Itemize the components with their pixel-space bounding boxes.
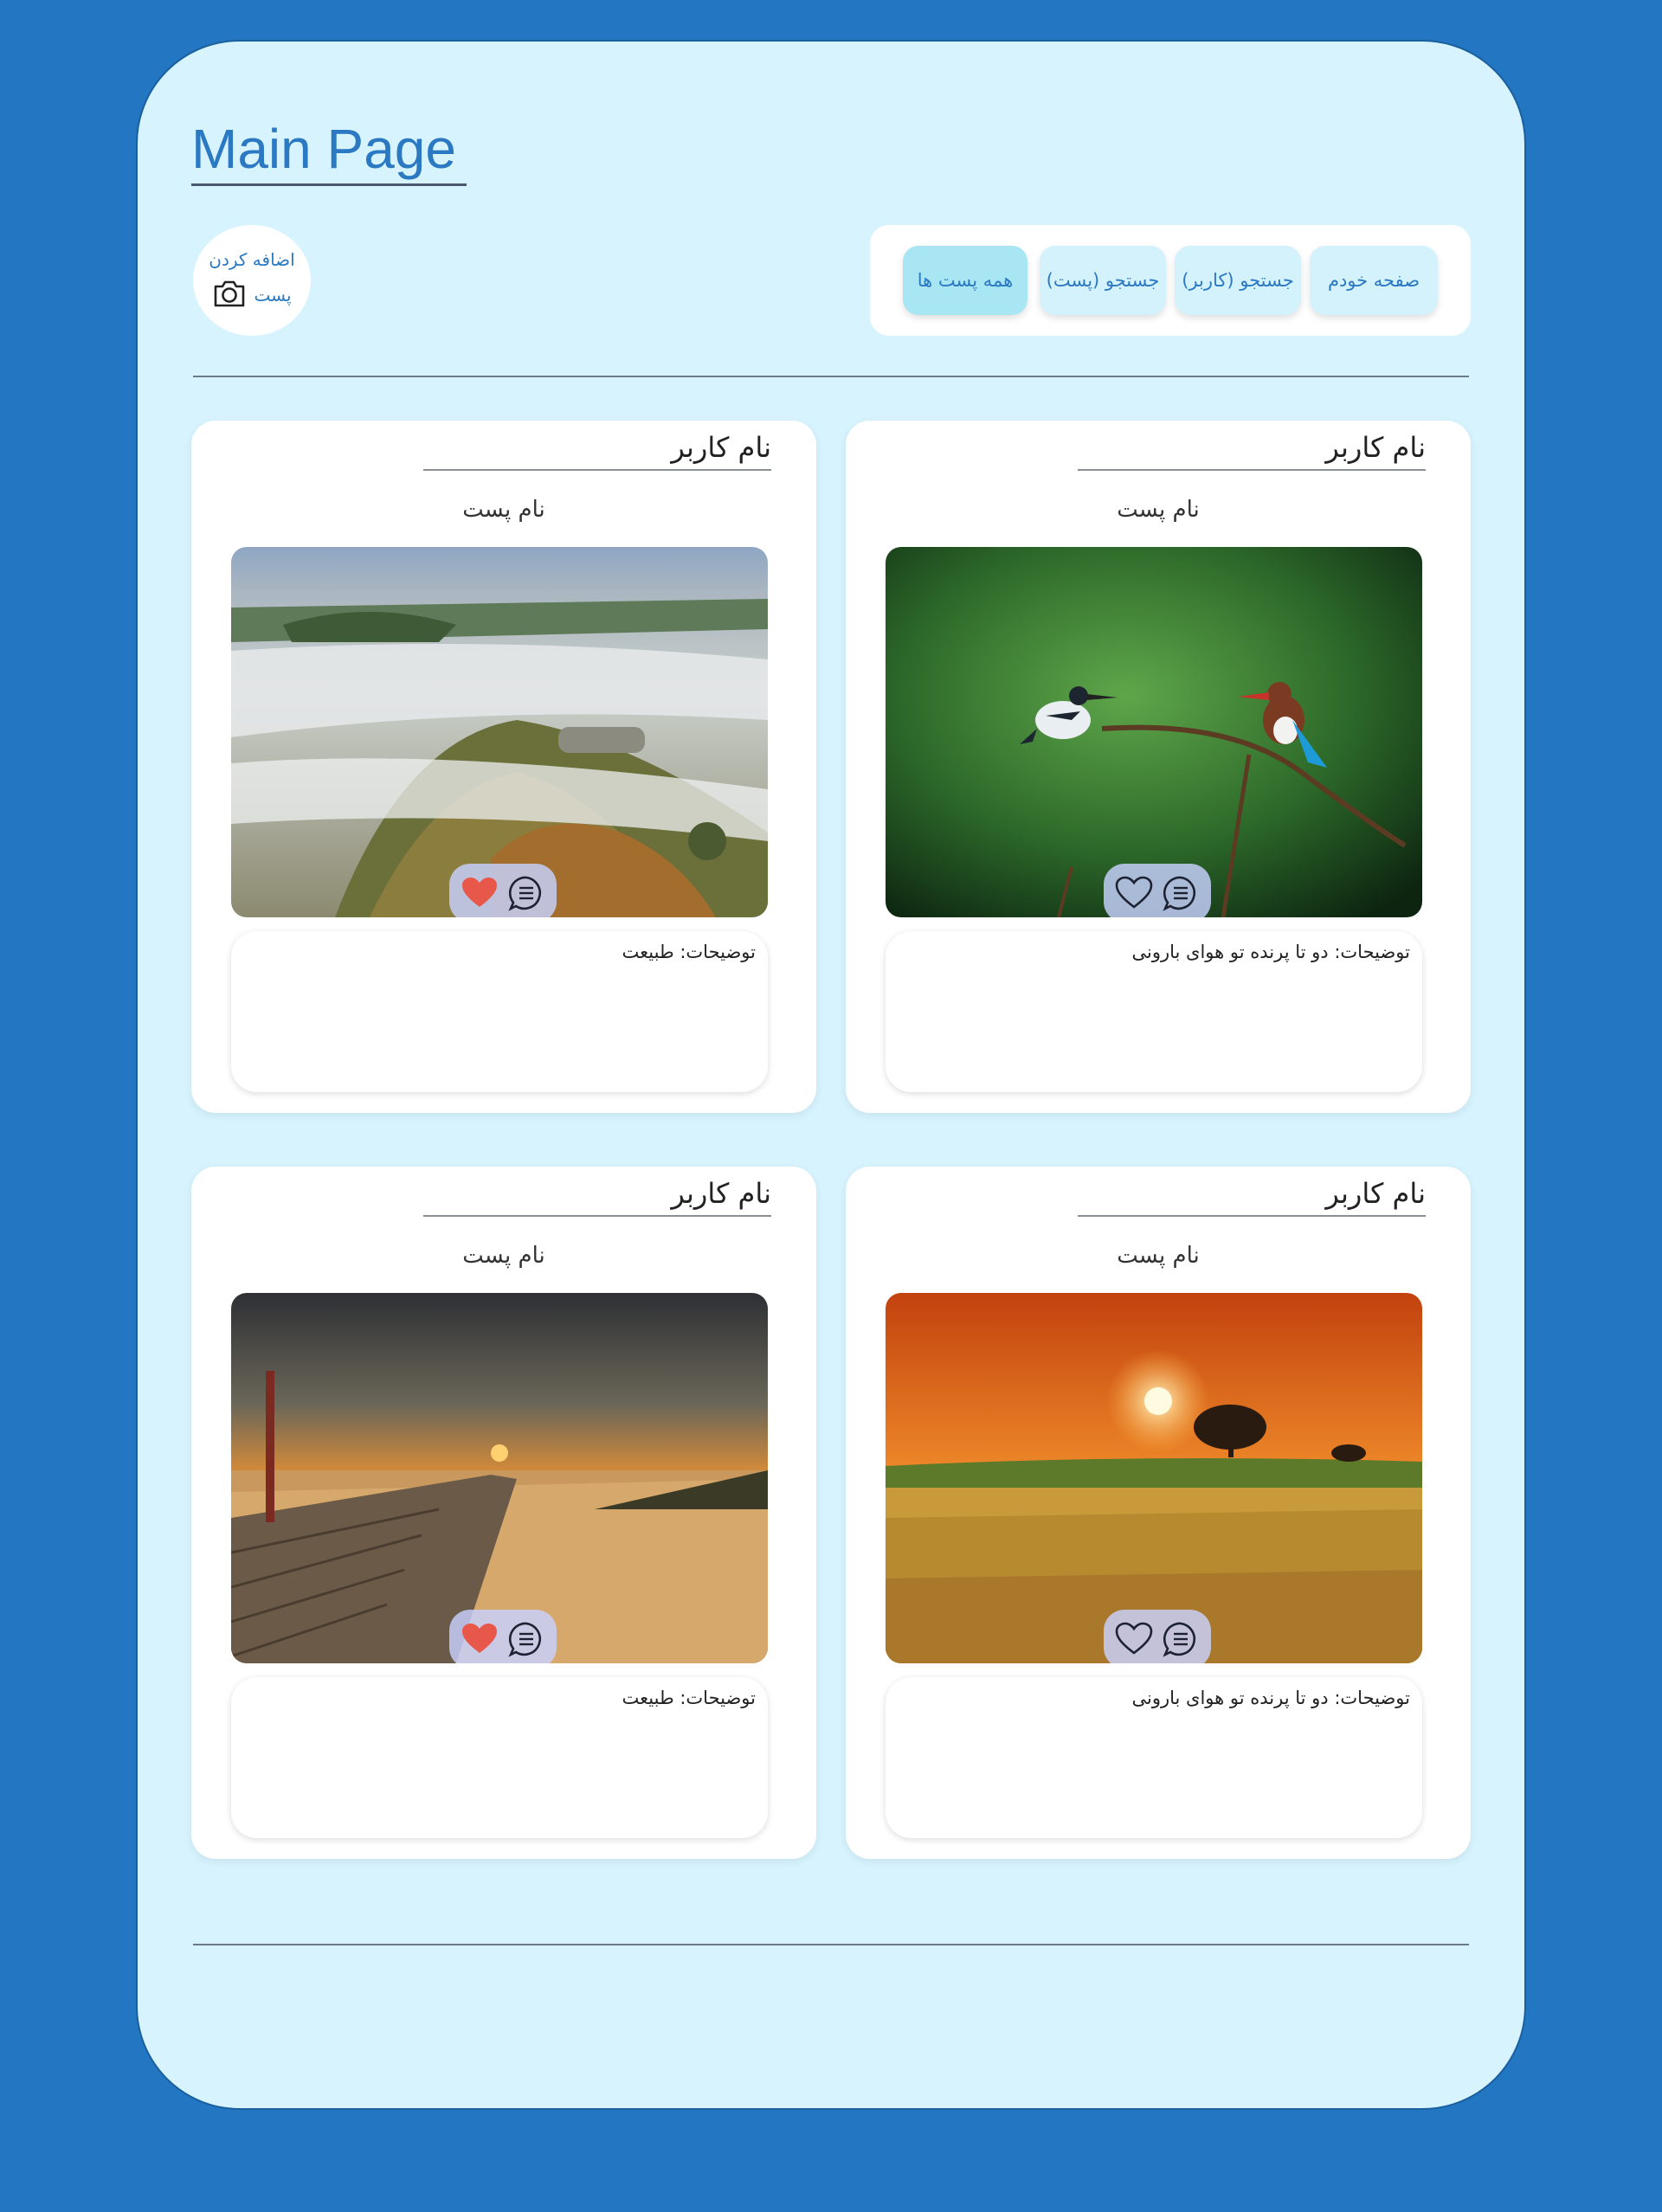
username-underline: [423, 469, 771, 471]
post-image[interactable]: [231, 1293, 768, 1663]
post-card: نام کاربر نام پست: [191, 1167, 816, 1859]
nav-all-posts-button[interactable]: همه پست ها: [903, 246, 1027, 315]
post-title: نام پست: [1117, 497, 1200, 523]
post-card: نام کاربر نام پست: [846, 421, 1471, 1113]
post-actions: [1104, 864, 1211, 917]
post-description: توضیحات: طبیعت: [231, 931, 768, 1092]
add-post-label: اضافه کردن: [209, 248, 295, 270]
post-card: نام کاربر نام پست: [846, 1167, 1471, 1859]
post-image[interactable]: [231, 547, 768, 917]
nav-search-post-button[interactable]: جستجو (پست): [1040, 246, 1166, 315]
post-username[interactable]: نام کاربر: [1325, 1177, 1426, 1210]
camera-icon: [212, 279, 247, 312]
heart-icon[interactable]: [1115, 1622, 1153, 1656]
post-title: نام پست: [1117, 1243, 1200, 1269]
add-post-button[interactable]: اضافه کردن پست: [193, 225, 311, 336]
add-post-label-2: پست: [254, 285, 292, 305]
heart-icon[interactable]: [461, 876, 499, 910]
nav-search-user-button[interactable]: جستجو (کاربر): [1175, 246, 1301, 315]
post-image[interactable]: [886, 547, 1422, 917]
heart-icon[interactable]: [1115, 876, 1153, 910]
main-panel: Main Page اضافه کردن پست صفحه خودم جستجو…: [136, 40, 1526, 2110]
post-actions: [1104, 1610, 1211, 1663]
post-username[interactable]: نام کاربر: [671, 431, 771, 464]
page-title: Main Page: [191, 118, 456, 180]
nav-bar: صفحه خودم جستجو (کاربر) جستجو (پست) همه …: [870, 225, 1471, 336]
post-actions: [449, 864, 557, 917]
post-title: نام پست: [462, 1243, 545, 1269]
post-description: توضیحات: طبیعت: [231, 1677, 768, 1838]
post-description: توضیحات: دو تا پرنده تو هوای بارونی: [886, 1677, 1422, 1838]
post-username[interactable]: نام کاربر: [671, 1177, 771, 1210]
header-divider: [193, 376, 1469, 377]
footer-divider: [193, 1944, 1469, 1945]
comment-icon[interactable]: [507, 1620, 545, 1658]
heart-icon[interactable]: [461, 1622, 499, 1656]
username-underline: [1078, 469, 1426, 471]
post-description: توضیحات: دو تا پرنده تو هوای بارونی: [886, 931, 1422, 1092]
post-card: نام کاربر نام پست: [191, 421, 816, 1113]
comment-icon[interactable]: [1162, 874, 1200, 912]
comment-icon[interactable]: [1162, 1620, 1200, 1658]
comment-icon[interactable]: [507, 874, 545, 912]
title-underline: [191, 183, 467, 186]
nav-my-page-button[interactable]: صفحه خودم: [1310, 246, 1438, 315]
post-actions: [449, 1610, 557, 1663]
post-image[interactable]: [886, 1293, 1422, 1663]
post-username[interactable]: نام کاربر: [1325, 431, 1426, 464]
post-title: نام پست: [462, 497, 545, 523]
username-underline: [423, 1215, 771, 1217]
username-underline: [1078, 1215, 1426, 1217]
